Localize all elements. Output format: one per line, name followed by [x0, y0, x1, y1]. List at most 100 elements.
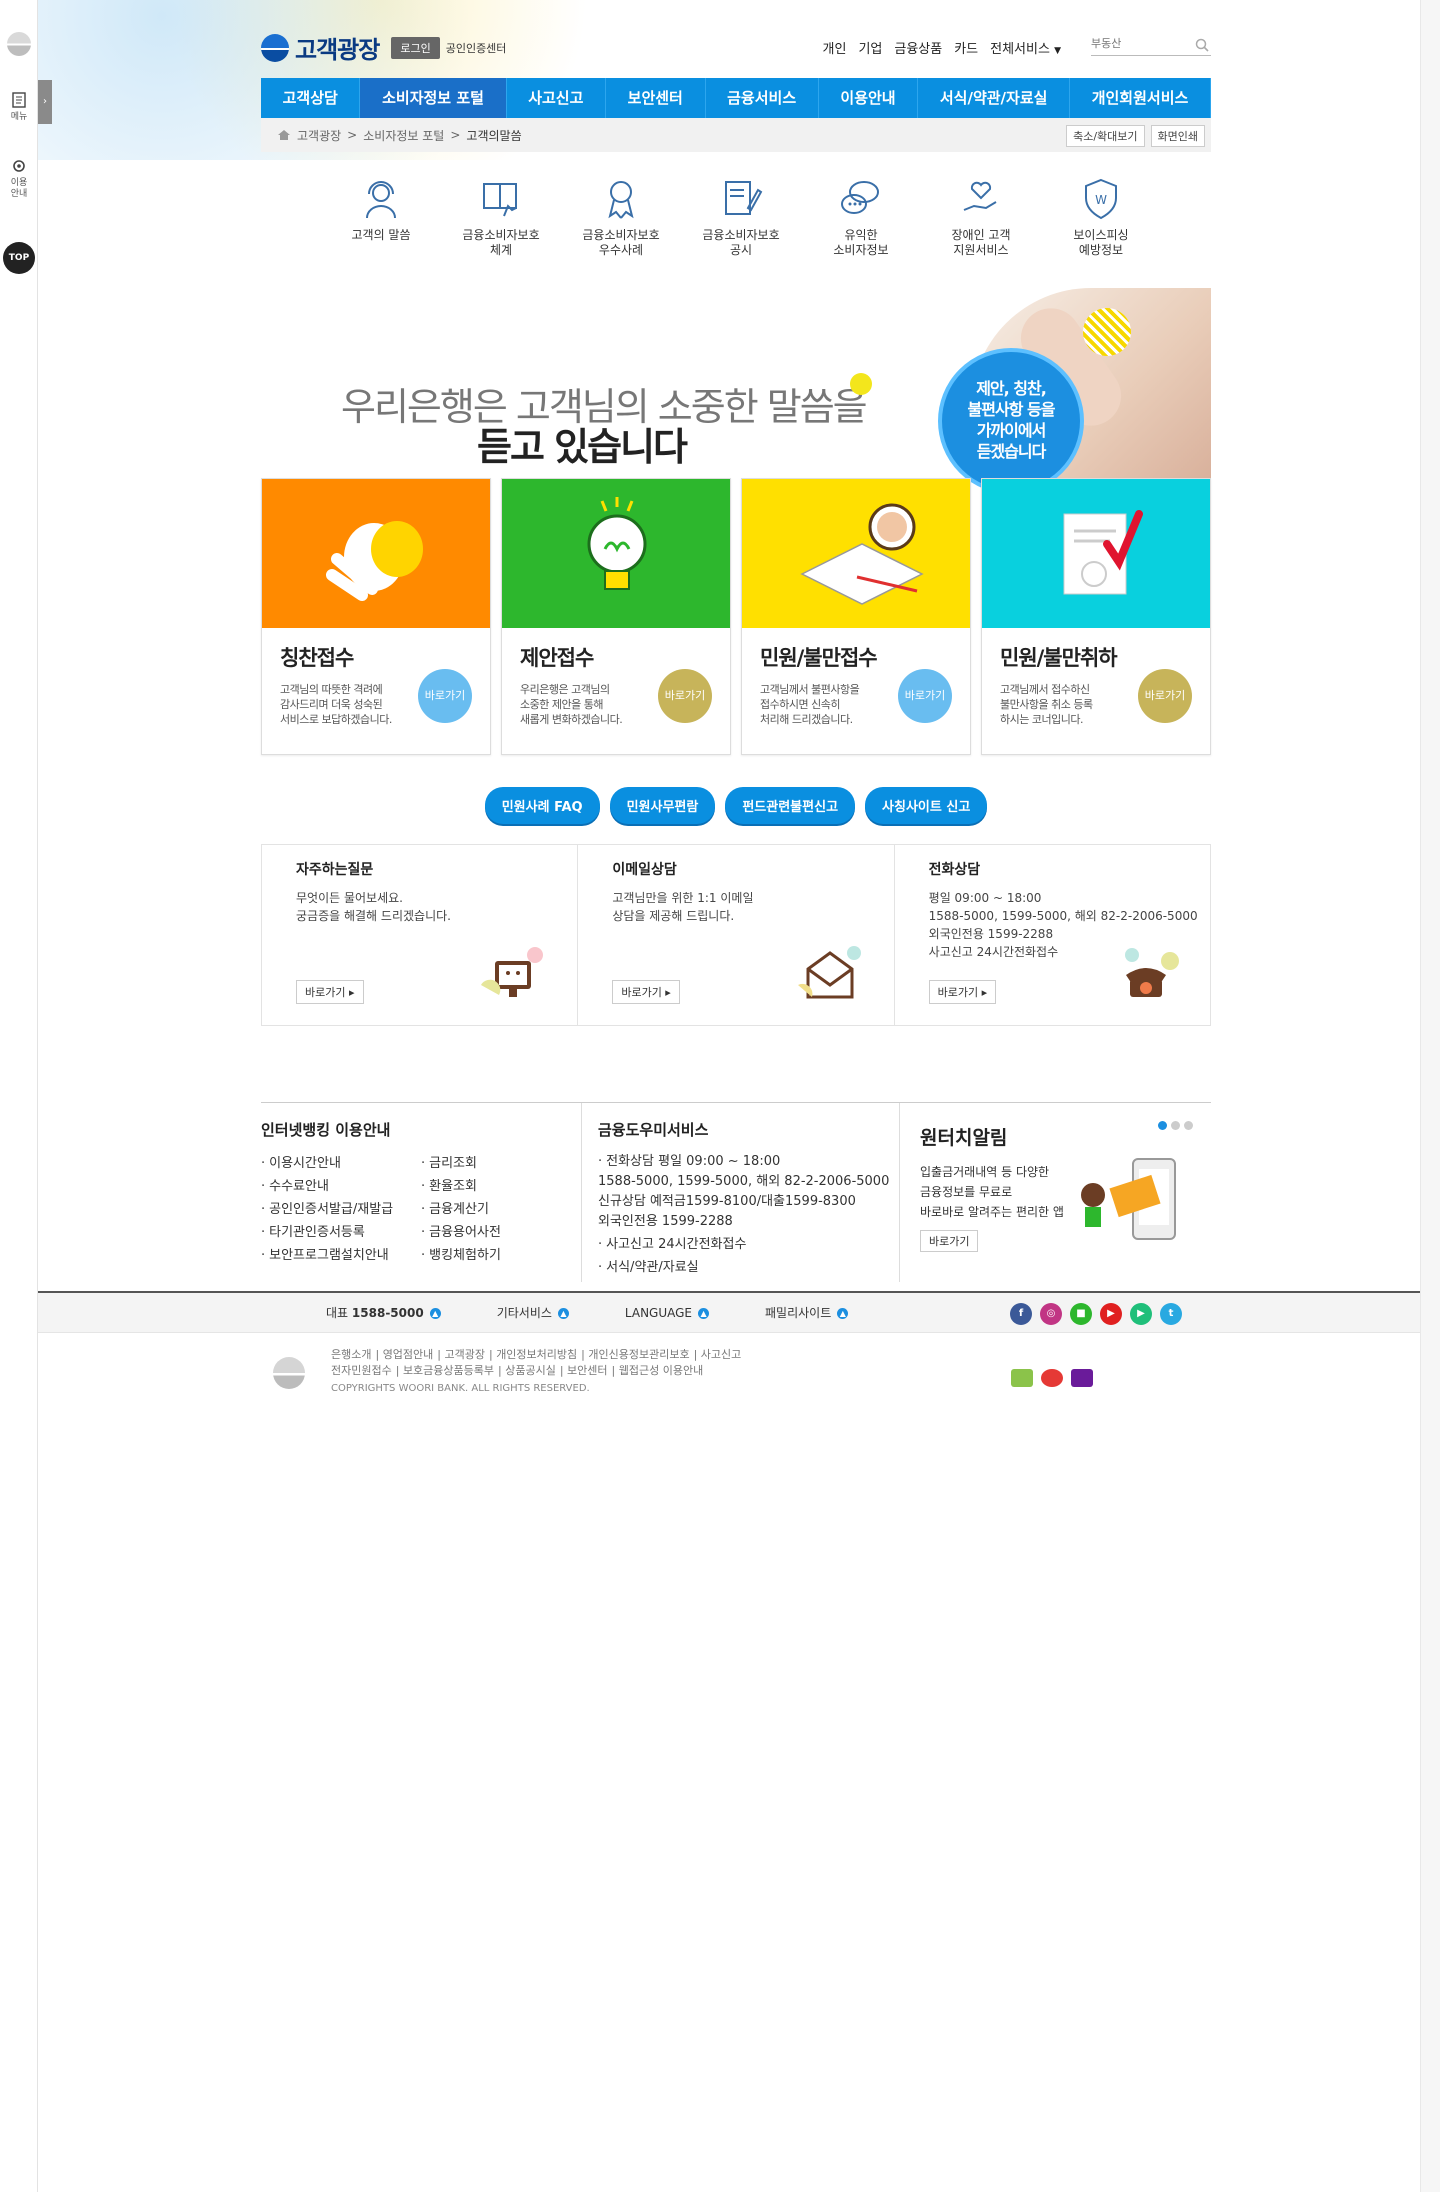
- play-icon[interactable]: ▶: [1130, 1303, 1152, 1325]
- subnav-label: 보이스피싱 예방정보: [1073, 228, 1129, 257]
- footer-link[interactable]: 개인정보처리방침: [496, 1348, 577, 1361]
- card-title: 민원/불만접수: [760, 646, 878, 670]
- info-link[interactable]: 금리조회: [421, 1152, 581, 1175]
- carousel-dots[interactable]: [1158, 1121, 1193, 1130]
- card-desc: 고객님께서 접수하신 불만사항을 취소 등록 하시는 코너입니다.: [1000, 683, 1093, 726]
- language-dropdown[interactable]: LANGUAGE ▲: [625, 1293, 710, 1333]
- one-touch-alert: 원터치알림 입출금거래내역 등 다양한 금융정보를 무료로 바로바로 알려주는 …: [899, 1103, 1211, 1282]
- util-products-link[interactable]: 금융상품: [894, 38, 942, 57]
- quick-menu-toggle[interactable]: ›: [38, 80, 52, 124]
- quick-menu: 메뉴 이용 안내 TOP: [0, 0, 38, 2192]
- rep-number-link[interactable]: 대표 1588-5000 ▲: [326, 1293, 441, 1333]
- woori-logo-icon[interactable]: [261, 33, 289, 62]
- subnav-voice-phishing[interactable]: W 보이스피싱 예방정보: [1061, 176, 1141, 258]
- all-services-dropdown[interactable]: 전체서비스 ▼: [990, 38, 1061, 57]
- info-link[interactable]: 이용시간안내: [261, 1152, 421, 1175]
- subnav-best-practices[interactable]: 금융소비자보호 우수사례: [581, 176, 661, 258]
- zoom-button[interactable]: 축소/확대보기: [1066, 125, 1145, 147]
- quick-guide-button[interactable]: 이용 안내: [0, 158, 38, 200]
- nav-forms-terms[interactable]: 서식/약관/자료실: [918, 78, 1071, 118]
- footer-link[interactable]: 웹접근성 이용안내: [619, 1364, 703, 1377]
- consult-go-button[interactable]: 바로가기 ▸: [612, 980, 680, 1004]
- cert-center-link[interactable]: 공인인증센터: [446, 40, 507, 56]
- facebook-icon[interactable]: f: [1010, 1303, 1032, 1325]
- nav-accident-report[interactable]: 사고신고: [507, 78, 607, 118]
- breadcrumb-mid[interactable]: 소비자정보 포털: [363, 127, 444, 144]
- info-link[interactable]: 공인인증서발급/재발급: [261, 1198, 421, 1221]
- subnav-consumer-info[interactable]: 유익한 소비자정보: [821, 176, 901, 258]
- info-link[interactable]: 서식/약관/자료실: [598, 1258, 899, 1278]
- util-corporate-link[interactable]: 기업: [858, 38, 882, 57]
- nav-usage-guide[interactable]: 이용안내: [819, 78, 919, 118]
- subnav-customer-voice[interactable]: 고객의 말씀: [341, 176, 421, 258]
- family-site-dropdown[interactable]: 패밀리사이트 ▲: [765, 1293, 849, 1333]
- nav-security-center[interactable]: 보안센터: [606, 78, 706, 118]
- util-card-link[interactable]: 카드: [954, 38, 978, 57]
- card-go-button[interactable]: 바로가기: [418, 669, 472, 723]
- line-icon[interactable]: ■: [1070, 1303, 1092, 1325]
- footer-link[interactable]: 고객광장: [445, 1348, 485, 1361]
- consult-phone: 전화상담 평일 09:00 ~ 18:00 1588-5000, 1599-50…: [895, 845, 1210, 1025]
- info-link[interactable]: 뱅킹체험하기: [421, 1244, 581, 1267]
- top-button[interactable]: TOP: [3, 242, 35, 274]
- carousel-dot[interactable]: [1158, 1121, 1167, 1130]
- card-withdraw[interactable]: 민원/불만취하 고객님께서 접수하신 불만사항을 취소 등록 하시는 코너입니다…: [981, 478, 1211, 755]
- footer-link[interactable]: 상품공시실: [505, 1364, 556, 1377]
- login-button[interactable]: 로그인: [391, 36, 440, 59]
- info-link[interactable]: 환율조회: [421, 1175, 581, 1198]
- site-title[interactable]: 고객광장: [295, 30, 380, 65]
- info-link[interactable]: 수수료안내: [261, 1175, 421, 1198]
- consult-go-button[interactable]: 바로가기 ▸: [928, 980, 997, 1004]
- consult-go-button[interactable]: 바로가기 ▸: [296, 980, 364, 1004]
- handbook-button[interactable]: 민원사무편람: [609, 787, 716, 824]
- info-link[interactable]: 보안프로그램설치안내: [261, 1244, 421, 1267]
- caret-down-icon: ▼: [1054, 46, 1061, 56]
- search-icon[interactable]: [1195, 38, 1209, 52]
- bank-logo-icon[interactable]: [7, 32, 31, 56]
- card-go-button[interactable]: 바로가기: [1138, 669, 1192, 723]
- quick-menu-button[interactable]: 메뉴: [0, 92, 38, 123]
- print-button[interactable]: 화면인쇄: [1150, 125, 1205, 147]
- info-link[interactable]: 사고신고 24시간전화접수: [598, 1235, 899, 1255]
- nav-financial-services[interactable]: 금융서비스: [706, 78, 819, 118]
- info-link[interactable]: 타기관인증서등록: [261, 1221, 421, 1244]
- breadcrumb-current: 고객의말씀: [466, 128, 522, 143]
- scrollbar[interactable]: [1420, 0, 1440, 2192]
- nav-member-services[interactable]: 개인회원서비스: [1070, 78, 1211, 118]
- info-link[interactable]: 금융용어사전: [421, 1221, 581, 1244]
- faq-button[interactable]: 민원사례 FAQ: [484, 787, 600, 824]
- card-go-button[interactable]: 바로가기: [898, 669, 952, 723]
- footer-link[interactable]: 사고신고: [701, 1348, 741, 1361]
- card-suggestion[interactable]: 제안접수 우리은행은 고객님의 소중한 제안을 통해 새롭게 변화하겠습니다. …: [501, 478, 731, 755]
- info-link[interactable]: 금융계산기: [421, 1198, 581, 1221]
- subnav-protection-system[interactable]: 금융소비자보호 체계: [461, 176, 541, 258]
- footer-link[interactable]: 영업점안내: [383, 1348, 434, 1361]
- subnav-disclosure[interactable]: 금융소비자보호 공시: [701, 176, 781, 258]
- card-complaint[interactable]: 민원/불만접수 고객님께서 불편사항을 접수하시면 신속히 처리해 드리겠습니다…: [741, 478, 971, 755]
- util-personal-link[interactable]: 개인: [823, 38, 847, 57]
- carousel-dot[interactable]: [1171, 1121, 1180, 1130]
- card-go-button[interactable]: 바로가기: [658, 669, 712, 723]
- carousel-dot[interactable]: [1184, 1121, 1193, 1130]
- card-praise[interactable]: 칭찬접수 고객님의 따뜻한 격려에 감사드리며 더욱 성숙된 서비스로 보답하겠…: [261, 478, 491, 755]
- twitter-icon[interactable]: t: [1160, 1303, 1182, 1325]
- other-services-dropdown[interactable]: 기타서비스 ▲: [497, 1293, 569, 1333]
- one-touch-go-button[interactable]: 바로가기: [920, 1230, 979, 1252]
- nav-consumer-portal[interactable]: 소비자정보 포털: [360, 78, 507, 118]
- subnav-label: 금융소비자보호 체계: [462, 228, 540, 257]
- subnav-disabled-support[interactable]: 장애인 고객 지원서비스: [941, 176, 1021, 258]
- footer-link[interactable]: 은행소개: [331, 1348, 371, 1361]
- fund-report-button[interactable]: 펀드관련불편신고: [725, 787, 856, 824]
- phishing-site-report-button[interactable]: 사칭사이트 신고: [865, 787, 988, 824]
- footer-link[interactable]: 개인신용정보관리보호: [588, 1348, 689, 1361]
- breadcrumb-home[interactable]: 고객광장: [297, 127, 341, 144]
- footer-link[interactable]: 보안센터: [567, 1364, 607, 1377]
- checkmark-document-icon: [1063, 510, 1143, 595]
- nav-customer-consult[interactable]: 고객상담: [261, 78, 361, 118]
- footer-link[interactable]: 전자민원접수: [331, 1364, 392, 1377]
- footer-link[interactable]: 보호금융상품등록부: [403, 1364, 494, 1377]
- search-input[interactable]: [1091, 33, 1191, 50]
- youtube-icon[interactable]: ▶: [1100, 1303, 1122, 1325]
- instagram-icon[interactable]: ◎: [1040, 1303, 1062, 1325]
- consult-faq: 자주하는질문 무엇이든 물어보세요. 궁금증을 해결해 드리겠습니다. 바로가기…: [262, 845, 579, 1025]
